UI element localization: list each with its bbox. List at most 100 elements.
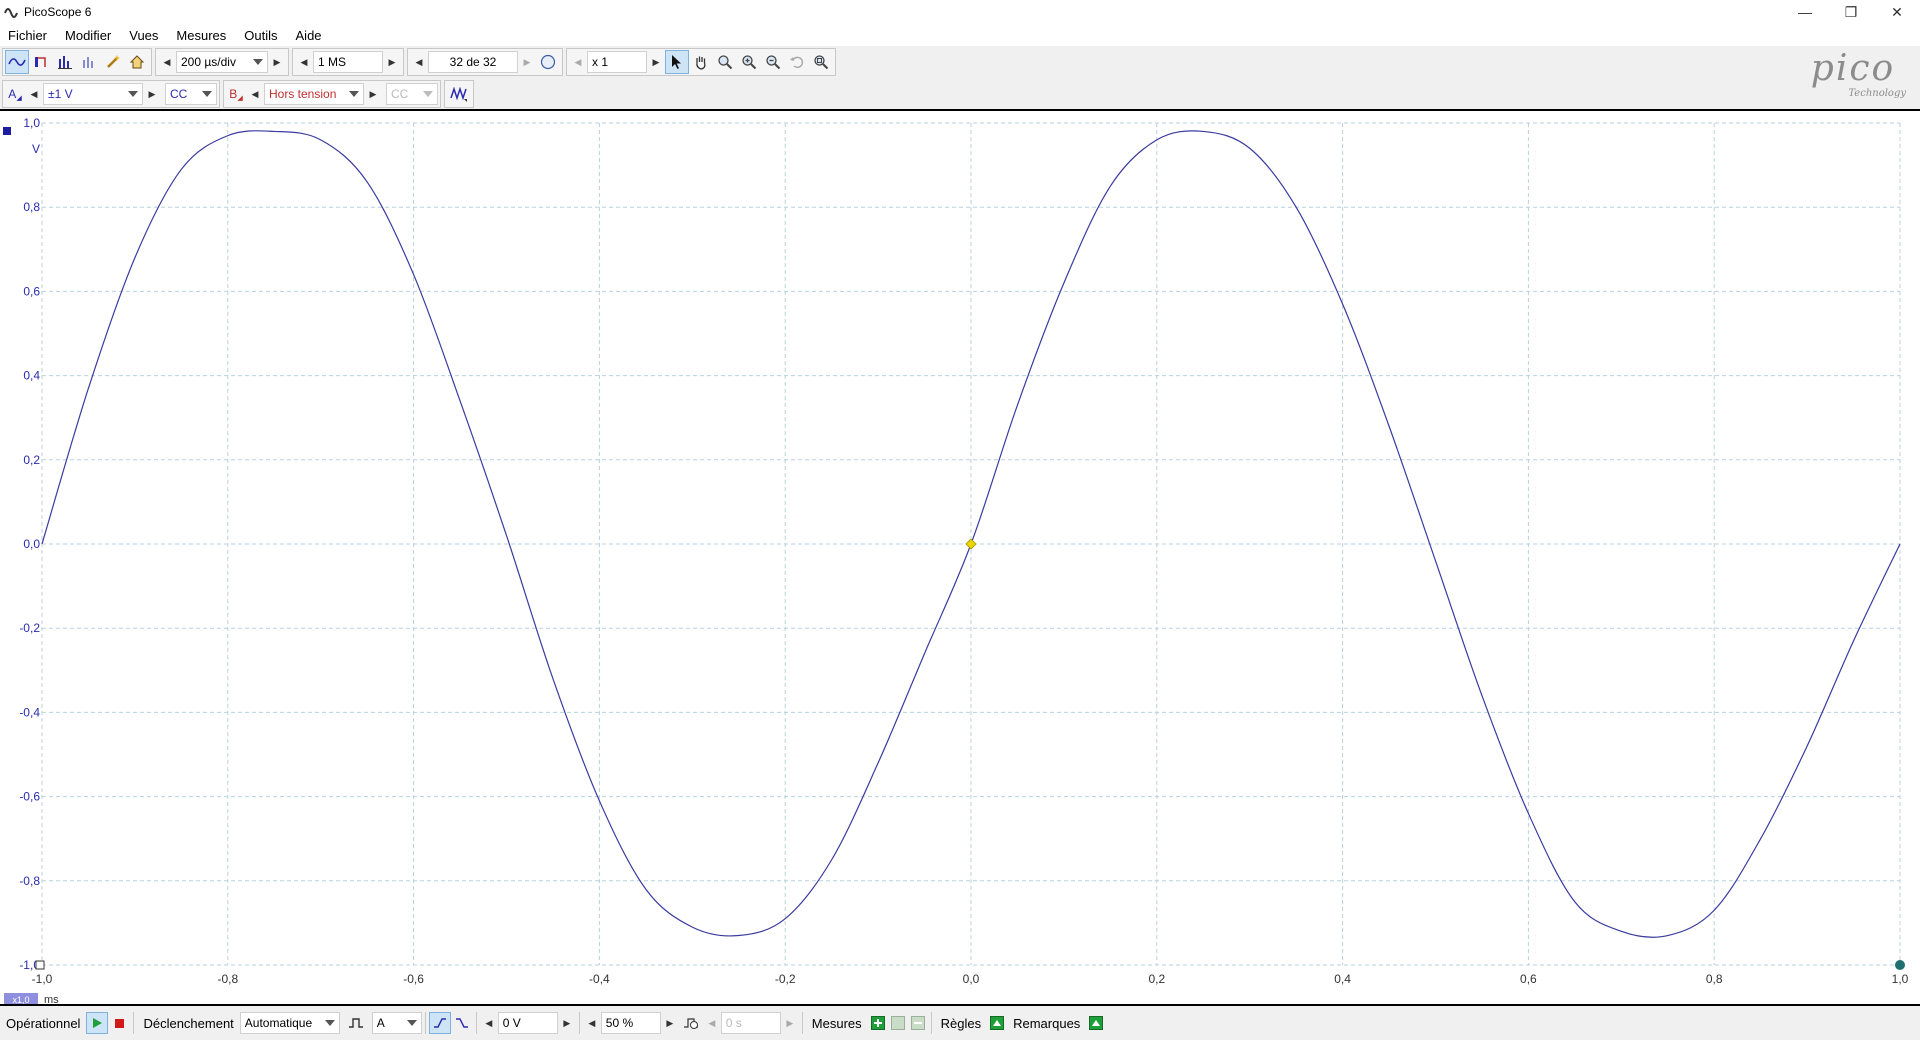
samples-prev-button[interactable]: ◀	[295, 51, 313, 73]
scope-view[interactable]: -1,0 -0,8 -0,6 -0,4 -0,2 0,0 0,2 0,4 0,6 0,8 1,0 1,…	[0, 109, 1920, 1006]
start-button[interactable]	[86, 1012, 109, 1034]
samples-select[interactable]: 1 MS	[313, 51, 383, 73]
y-tick-label: 1,0	[23, 116, 40, 130]
x-tick-label: -0,4	[589, 972, 610, 986]
threshold-next-button[interactable]: ▶	[558, 1012, 576, 1034]
x-tick-label: 0,2	[1148, 972, 1165, 986]
rising-edge-button[interactable]	[428, 1012, 451, 1034]
remove-measure-button[interactable]	[908, 1011, 928, 1035]
signal-generator-button[interactable]	[447, 82, 471, 106]
delay-prev-button[interactable]: ◀	[703, 1012, 721, 1034]
buffer-overview-button[interactable]	[536, 50, 560, 74]
buffer-next-button[interactable]: ▶	[518, 51, 536, 73]
edit-measure-button[interactable]	[888, 1011, 908, 1035]
picoscope-app-icon	[4, 8, 18, 18]
pretrigger-next-button[interactable]: ▶	[661, 1012, 679, 1034]
oscilloscope-chart[interactable]: -1,0 -0,8 -0,6 -0,4 -0,2 0,0 0,2 0,4 0,6 0,8 1,0 1,…	[0, 111, 1920, 1004]
trigger-source-select[interactable]: A	[371, 1012, 422, 1034]
y-tick-label: -0,4	[19, 705, 40, 719]
x-tick-label: 0,4	[1334, 972, 1351, 986]
notes-toggle-button[interactable]	[1086, 1011, 1106, 1035]
play-icon	[93, 1018, 103, 1028]
add-measure-button[interactable]	[868, 1011, 888, 1035]
timebase-prev-button[interactable]: ◀	[158, 51, 176, 73]
zoom-next-button[interactable]: ▶	[647, 51, 665, 73]
rulers-toggle-button[interactable]	[987, 1011, 1007, 1035]
buffer-prev-button[interactable]: ◀	[410, 51, 428, 73]
panel-toggle-icon	[990, 1016, 1005, 1030]
undo-zoom-button[interactable]	[785, 50, 809, 74]
window-title: PicoScope 6	[24, 5, 92, 19]
stop-button[interactable]	[108, 1011, 130, 1035]
magic-wand-icon	[107, 55, 120, 68]
zoom-out-icon	[766, 55, 781, 70]
compass-icon	[540, 54, 556, 70]
threshold-field[interactable]: 0 V	[497, 1012, 558, 1034]
pico-logo: pico Technology	[1810, 48, 1906, 100]
channel-a-options-button[interactable]: A ◢	[5, 82, 25, 106]
spectrum-icon	[58, 56, 72, 69]
channel-a-coupling-select[interactable]: CC	[165, 83, 217, 105]
channel-a-range-prev-button[interactable]: ◀	[25, 83, 43, 105]
hand-tool-button[interactable]	[689, 50, 713, 74]
edit-measure-icon	[890, 1016, 905, 1030]
pretrigger-field[interactable]: 50 %	[600, 1012, 661, 1034]
zoom-out-button[interactable]	[761, 50, 785, 74]
spectrum-mode-button[interactable]	[53, 50, 77, 74]
zoom-overview-button[interactable]	[809, 50, 833, 74]
samples-next-button[interactable]: ▶	[383, 51, 401, 73]
channel-a-range-next-button[interactable]: ▶	[143, 83, 161, 105]
run-state-label: Opérationnel	[6, 1015, 81, 1031]
trigger-mode-select[interactable]: Automatique	[239, 1012, 340, 1034]
zoom-area-button[interactable]	[713, 50, 737, 74]
channel-b-options-button[interactable]: B ◢	[226, 82, 246, 106]
channel-b-range-prev-button[interactable]: ◀	[246, 83, 264, 105]
advanced-trigger-button[interactable]	[344, 1011, 368, 1035]
minimize-button[interactable]: —	[1782, 0, 1828, 24]
channel-b-range-next-button[interactable]: ▶	[364, 83, 382, 105]
persistence-mode-button[interactable]	[29, 50, 53, 74]
zoom-prev-button[interactable]: ◀	[569, 51, 587, 73]
falling-edge-button[interactable]	[451, 1011, 473, 1035]
undo-icon	[790, 56, 804, 69]
delay-icon	[683, 1018, 698, 1029]
hand-icon	[696, 56, 706, 70]
buffer-navigator[interactable]: 32 de 32	[428, 51, 518, 73]
measures-label: Mesures	[811, 1015, 862, 1031]
pointer-tool-button[interactable]	[665, 50, 689, 74]
pretrigger-prev-button[interactable]: ◀	[583, 1012, 601, 1034]
y-axis-unit: V	[32, 142, 40, 156]
menu-fichier[interactable]: Fichier	[0, 28, 55, 43]
zoom-area-icon	[718, 55, 733, 70]
auto-setup-button[interactable]	[101, 50, 125, 74]
restore-button[interactable]: ❐	[1828, 0, 1874, 24]
channel-b-range-select[interactable]: Hors tension	[264, 83, 364, 105]
default-setup-button[interactable]	[125, 50, 149, 74]
status-bar: Opérationnel Déclenchement Automatique A…	[0, 1006, 1920, 1040]
post-trigger-delay-button[interactable]	[679, 1011, 703, 1035]
timebase-next-button[interactable]: ▶	[268, 51, 286, 73]
zoom-factor[interactable]: x 1	[587, 51, 647, 73]
menu-aide[interactable]: Aide	[288, 28, 330, 43]
delay-next-button[interactable]: ▶	[781, 1012, 799, 1034]
threshold-prev-button[interactable]: ◀	[480, 1012, 498, 1034]
delay-field[interactable]: 0 s	[720, 1012, 781, 1034]
menu-vues[interactable]: Vues	[121, 28, 166, 43]
menu-mesures[interactable]: Mesures	[168, 28, 234, 43]
remove-measure-icon	[910, 1016, 925, 1030]
close-button[interactable]: ✕	[1874, 0, 1920, 24]
zoom-in-button[interactable]	[737, 50, 761, 74]
channel-a-range-select[interactable]: ±1 V	[43, 83, 143, 105]
timebase-select[interactable]: 200 µs/div	[176, 51, 268, 73]
spectrum-persist-button[interactable]	[77, 50, 101, 74]
scope-mode-button[interactable]	[5, 50, 29, 74]
y-tick-label: -0,8	[19, 874, 40, 888]
menu-modifier[interactable]: Modifier	[57, 28, 119, 43]
advanced-trigger-icon	[348, 1018, 363, 1028]
channel-b-coupling-select[interactable]: CC	[386, 83, 438, 105]
signal-generator-icon	[450, 86, 467, 102]
x-scale-badge-label: x1,0	[12, 995, 29, 1004]
menu-outils[interactable]: Outils	[236, 28, 285, 43]
menu-bar: Fichier Modifier Vues Mesures Outils Aid…	[0, 24, 1920, 46]
trigger-marker	[965, 538, 977, 550]
